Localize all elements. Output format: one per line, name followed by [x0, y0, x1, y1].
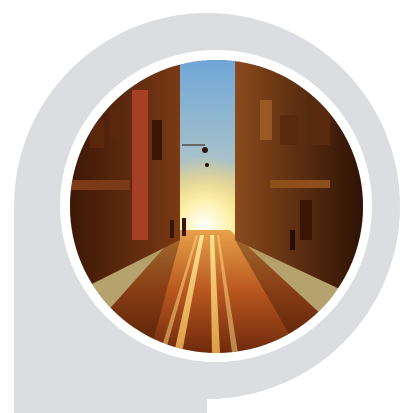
sunset-street-photo — [70, 60, 363, 353]
location-badge — [0, 0, 411, 413]
